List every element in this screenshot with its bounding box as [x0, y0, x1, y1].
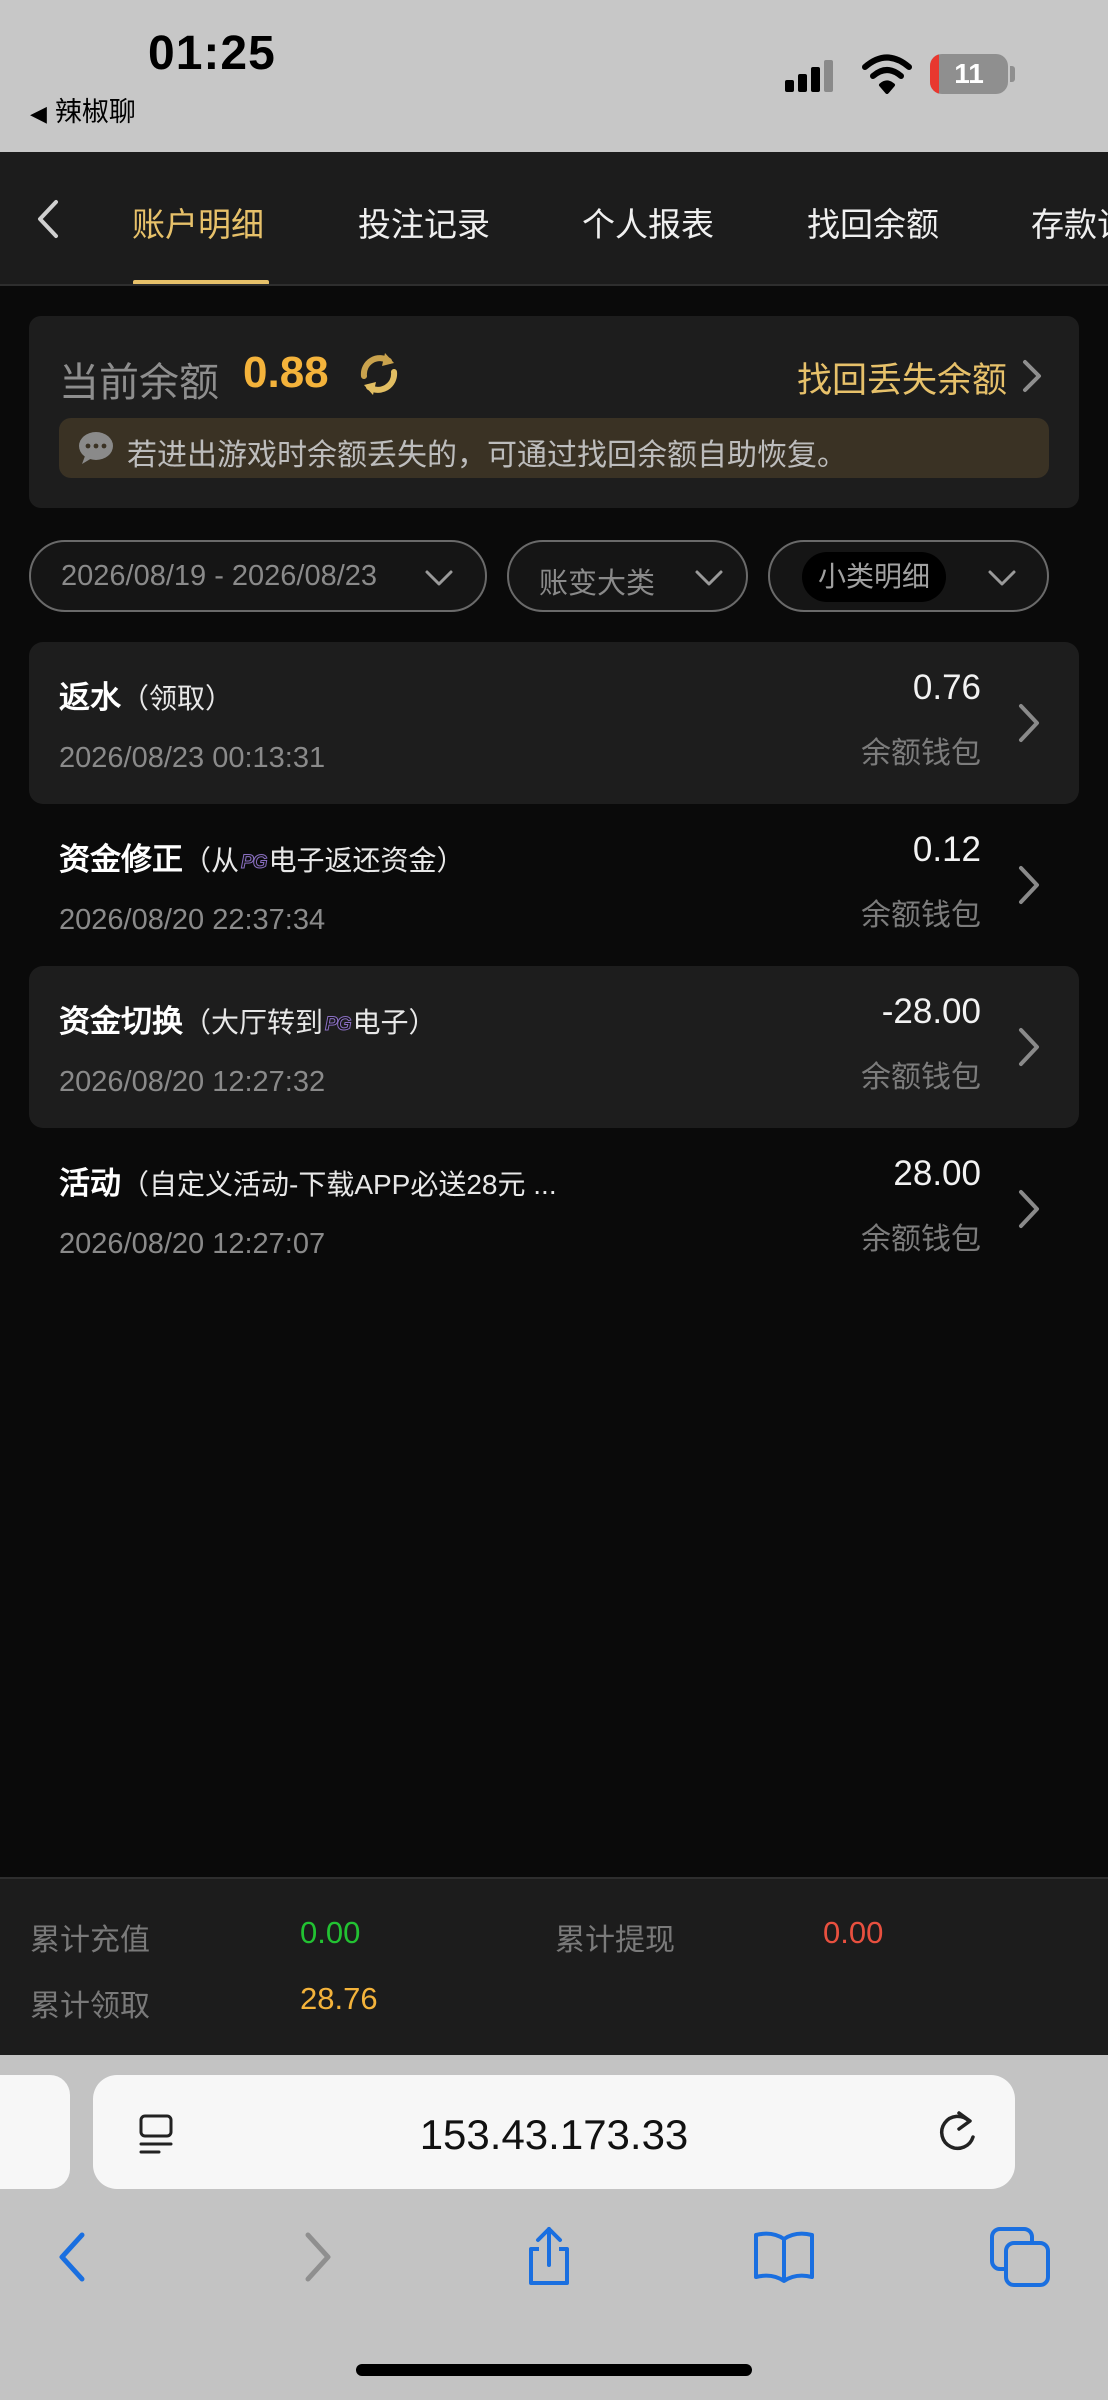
record-wallet: 余额钱包 — [861, 1061, 981, 1094]
tab-personal-report[interactable]: 个人报表 — [582, 198, 714, 246]
chevron-right-icon — [1019, 866, 1039, 904]
url-text: 153.43.173.33 — [419, 2111, 689, 2158]
battery-icon: 11 — [930, 54, 1008, 94]
recharge-total-label: 累计充值 — [30, 1924, 150, 1957]
back-to-app-link[interactable]: ◀ 辣椒聊 — [30, 90, 136, 129]
previous-tab-preview[interactable] — [0, 2075, 70, 2189]
record-time: 2026/08/20 12:27:32 — [59, 1066, 326, 1098]
bookmarks-icon[interactable] — [752, 2225, 816, 2289]
refresh-icon[interactable] — [355, 350, 403, 398]
chevron-down-icon — [988, 570, 1016, 586]
active-tab-indicator — [133, 280, 269, 284]
record-type: 返水 — [59, 680, 121, 715]
chevron-down-icon — [695, 570, 723, 586]
top-nav: 账户明细 投注记录 个人报表 找回余额 存款记 — [0, 152, 1108, 286]
pg-logo-icon: PG — [325, 1013, 352, 1035]
date-range-value: 2026/08/19 - 2026/08/23 — [61, 560, 378, 592]
status-time: 01:25 — [148, 27, 276, 80]
chevron-right-icon — [1019, 704, 1039, 742]
status-bar: 01:25 ◀ 辣椒聊 11 — [0, 0, 1108, 152]
battery-level: 11 — [954, 58, 984, 89]
record-wallet: 余额钱包 — [861, 737, 981, 770]
wifi-icon — [862, 54, 912, 94]
subcategory-chip: 小类明细 — [802, 552, 947, 602]
recover-lost-balance-link[interactable]: 找回丢失余额 — [797, 352, 1007, 403]
record-amount: -28.00 — [881, 992, 981, 1031]
cellular-signal-icon — [785, 58, 843, 92]
browser-toolbar: 153.43.173.33 — [0, 2055, 1108, 2400]
tab-account-details[interactable]: 账户明细 — [132, 198, 264, 246]
back-chevron-icon[interactable] — [26, 194, 70, 244]
chevron-right-icon[interactable] — [1019, 356, 1045, 396]
chevron-right-icon — [1019, 1028, 1039, 1066]
record-detail-suffix: 电子） — [352, 1007, 437, 1038]
tab-recover-balance[interactable]: 找回余额 — [807, 198, 939, 246]
record-detail-prefix: （从 — [183, 845, 240, 876]
record-time: 2026/08/23 00:13:31 — [59, 742, 326, 774]
record-time: 2026/08/20 22:37:34 — [59, 904, 326, 936]
recharge-total-value: 0.00 — [300, 1915, 361, 1950]
record-wallet: 余额钱包 — [861, 899, 981, 932]
back-app-name: 辣椒聊 — [54, 97, 136, 127]
category-value: 账变大类 — [539, 568, 656, 600]
record-amount: 28.00 — [893, 1154, 981, 1193]
reload-icon[interactable] — [933, 2107, 981, 2157]
tab-bet-records[interactable]: 投注记录 — [358, 198, 490, 246]
record-row[interactable]: 返水（领取） 2026/08/23 00:13:31 0.76 余额钱包 — [29, 642, 1079, 804]
record-amount: 0.12 — [912, 830, 981, 869]
record-detail-prefix: （大厅转到 — [183, 1007, 324, 1038]
subcategory-filter[interactable]: 小类明细 — [768, 540, 1049, 612]
subcategory-value: 小类明细 — [818, 561, 931, 592]
record-row[interactable]: 资金修正（从 PG电子返还资金） 2026/08/20 22:37:34 0.12… — [29, 804, 1079, 966]
record-title-line: 返水（领取） — [59, 672, 233, 717]
recovery-notice: 若进出游戏时余额丢失的，可通过找回余额自助恢复。 — [59, 418, 1049, 478]
record-row[interactable]: 资金切换（大厅转到 PG电子） 2026/08/20 12:27:32 -28.0… — [29, 966, 1079, 1128]
pg-logo-icon: PG — [241, 851, 268, 873]
summary-panel: 累计充值 0.00 累计提现 0.00 累计领取 28.76 — [0, 1877, 1108, 2055]
tabs-icon[interactable] — [988, 2225, 1052, 2289]
notice-text: 若进出游戏时余额丢失的，可通过找回余额自助恢复。 — [127, 439, 847, 472]
record-amount: 0.76 — [912, 668, 981, 707]
date-range-filter[interactable]: 2026/08/19 - 2026/08/23 — [29, 540, 487, 612]
home-indicator — [356, 2364, 752, 2376]
browser-back-icon[interactable] — [42, 2225, 106, 2289]
withdraw-total-value: 0.00 — [823, 1915, 884, 1950]
claim-total-label: 累计领取 — [30, 1990, 150, 2023]
record-detail: （领取） — [121, 683, 234, 714]
balance-value: 0.88 — [243, 348, 329, 397]
record-type: 资金修正 — [59, 842, 183, 877]
withdraw-total-label: 累计提现 — [555, 1924, 675, 1957]
record-wallet: 余额钱包 — [861, 1223, 981, 1256]
record-title-line: 资金修正（从 PG电子返还资金） — [59, 834, 464, 879]
back-triangle-icon: ◀ — [30, 101, 47, 126]
chevron-right-icon — [1019, 1190, 1039, 1228]
balance-card: 当前余额 0.88 找回丢失余额 若进出游戏时余额丢失的，可通过找回余额自助恢复… — [29, 316, 1079, 508]
browser-forward-icon[interactable] — [284, 2225, 348, 2289]
message-bubble-icon — [79, 432, 113, 464]
record-row[interactable]: 活动（自定义活动-下载APP必送28元 ... 2026/08/20 12:27… — [29, 1128, 1079, 1290]
chevron-down-icon — [425, 570, 453, 586]
claim-total-value: 28.76 — [300, 1981, 378, 2016]
record-time: 2026/08/20 12:27:07 — [59, 1228, 326, 1260]
address-bar[interactable]: 153.43.173.33 — [93, 2075, 1015, 2189]
record-detail: （自定义活动-下载APP必送28元 ... — [121, 1169, 557, 1200]
balance-label: 当前余额 — [59, 361, 219, 405]
tab-deposit-records[interactable]: 存款记 — [1031, 198, 1108, 246]
record-title-line: 活动（自定义活动-下载APP必送28元 ... — [59, 1158, 557, 1203]
record-title-line: 资金切换（大厅转到 PG电子） — [59, 996, 436, 1041]
category-filter[interactable]: 账变大类 — [507, 540, 748, 612]
record-type: 资金切换 — [59, 1004, 183, 1039]
record-type: 活动 — [59, 1166, 121, 1201]
record-detail-suffix: 电子返还资金） — [268, 845, 465, 876]
share-icon[interactable] — [517, 2225, 581, 2289]
